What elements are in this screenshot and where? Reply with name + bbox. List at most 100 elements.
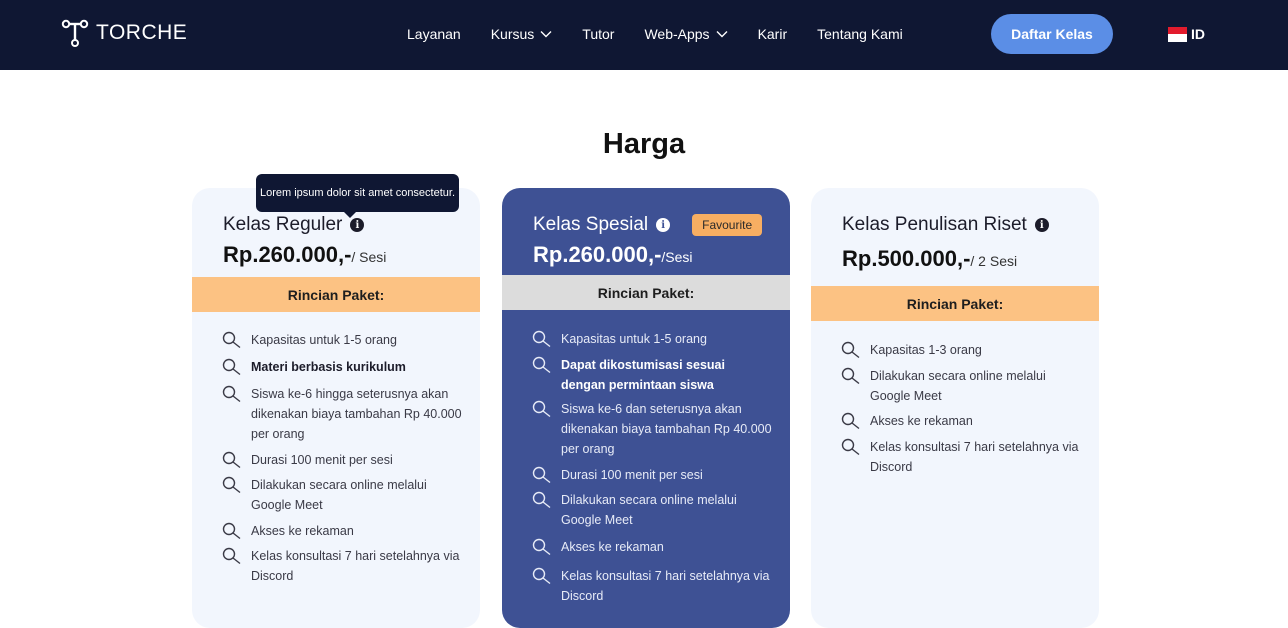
search-icon (222, 358, 241, 376)
info-tooltip: Lorem ipsum dolor sit amet consectetur. (256, 174, 459, 218)
search-icon (222, 451, 241, 469)
feature-text: Kelas konsultasi 7 hari setelahnya via D… (870, 440, 1079, 474)
feature-text: Dilakukan secara online melalui Google M… (251, 478, 427, 512)
feature-text: Dapat dikostumisasi sesuai dengan permin… (561, 358, 725, 392)
favourite-badge: Favourite (692, 214, 763, 236)
feature-text: Kapasitas untuk 1-5 orang (251, 333, 397, 347)
nav-label: Tentang Kami (817, 26, 903, 42)
list-item: Kapasitas untuk 1-5 orang (222, 330, 462, 350)
feature-text: Kapasitas 1-3 orang (870, 343, 982, 357)
nav-label: Web-Apps (644, 26, 710, 42)
card-price: Rp.260.000,-/Sesi (533, 242, 693, 268)
feature-text: Kapasitas untuk 1-5 orang (561, 332, 707, 346)
daftar-kelas-button[interactable]: Daftar Kelas (991, 14, 1113, 54)
nav-item-karir[interactable]: Karir (758, 26, 788, 42)
chevron-down-icon (716, 31, 728, 38)
feature-text: Akses ke rekaman (251, 524, 354, 538)
section-title: Harga (602, 128, 686, 160)
rincian-paket-header: Rincian Paket: (192, 277, 480, 312)
list-item: Materi berbasis kurikulum (222, 357, 462, 377)
search-icon (532, 538, 551, 556)
nav-label: Tutor (582, 26, 615, 42)
list-item: Akses ke rekaman (532, 537, 772, 557)
price-amount: Rp.260.000,- (223, 242, 352, 267)
feature-text: Akses ke rekaman (870, 414, 973, 428)
card-price: Rp.500.000,-/ 2 Sesi (842, 246, 1017, 272)
list-item: Dilakukan secara online melalui Google M… (222, 475, 462, 515)
feature-text: Siswa ke-6 dan seterusnya akan dikenakan… (561, 402, 772, 456)
list-item: Dilakukan secara online melalui Google M… (532, 490, 772, 530)
indonesia-flag-icon (1168, 26, 1187, 42)
list-item: Kelas konsultasi 7 hari setelahnya via D… (532, 566, 772, 606)
card-title-text: Kelas Spesial (533, 214, 649, 235)
search-icon (532, 567, 551, 585)
list-item: Kapasitas 1-3 orang (841, 340, 1081, 360)
search-icon (841, 367, 860, 385)
brand-name: TORCHE (96, 21, 188, 44)
price-amount: Rp.260.000,- (533, 242, 662, 267)
list-item: Akses ke rekaman (841, 411, 1081, 431)
list-item: Kelas konsultasi 7 hari setelahnya via D… (841, 437, 1081, 477)
list-item: Kelas konsultasi 7 hari setelahnya via D… (222, 546, 462, 586)
list-item: Durasi 100 menit per sesi (222, 450, 462, 470)
language-label: ID (1191, 26, 1205, 42)
rincian-paket-header: Rincian Paket: (502, 275, 790, 310)
price-period: / 2 Sesi (970, 253, 1018, 269)
feature-text: Dilakukan secara online melalui Google M… (561, 493, 737, 527)
nav-item-web-apps[interactable]: Web-Apps (644, 26, 728, 42)
list-item: Siswa ke-6 dan seterusnya akan dikenakan… (532, 399, 772, 459)
search-icon (841, 438, 860, 456)
search-icon (222, 522, 241, 540)
search-icon (532, 356, 551, 374)
navbar: TORCHE Layanan Kursus Tutor Web-Apps Kar… (0, 0, 1288, 70)
language-switcher[interactable]: ID (1168, 26, 1205, 42)
search-icon (222, 476, 241, 494)
nav-label: Layanan (407, 26, 461, 42)
info-icon[interactable]: i (350, 218, 365, 232)
search-icon (222, 385, 241, 403)
card-title-text: Kelas Reguler (223, 214, 343, 235)
info-icon[interactable]: i (1034, 218, 1049, 232)
brand-logo[interactable]: TORCHE (60, 18, 187, 48)
pricing-card-spesial: Kelas Spesial i Favourite Rp.260.000,-/S… (502, 188, 790, 628)
search-icon (532, 400, 551, 418)
list-item: Durasi 100 menit per sesi (532, 465, 772, 485)
card-title-text: Kelas Penulisan Riset (842, 214, 1027, 235)
feature-text: Siswa ke-6 hingga seterusnya akan dikena… (251, 387, 462, 441)
search-icon (841, 412, 860, 430)
feature-text: Kelas konsultasi 7 hari setelahnya via D… (561, 569, 770, 603)
nav-item-layanan[interactable]: Layanan (407, 26, 461, 42)
search-icon (532, 466, 551, 484)
nav-item-tutor[interactable]: Tutor (582, 26, 614, 42)
price-amount: Rp.500.000,- (842, 246, 971, 271)
pricing-card-penulisan-riset: Kelas Penulisan Riset i Rp.500.000,-/ 2 … (811, 188, 1099, 628)
search-icon (222, 331, 241, 349)
card-price: Rp.260.000,-/ Sesi (223, 242, 386, 268)
torche-logo-icon (61, 19, 89, 47)
list-item: Siswa ke-6 hingga seterusnya akan dikena… (222, 384, 462, 444)
feature-text: Materi berbasis kurikulum (251, 360, 406, 374)
price-period: /Sesi (661, 249, 693, 265)
search-icon (532, 330, 551, 348)
list-item: Dilakukan secara online melalui Google M… (841, 366, 1081, 406)
card-title: Kelas Penulisan Riset i (842, 214, 1049, 236)
nav-label: Kursus (490, 26, 535, 42)
search-icon (532, 491, 551, 509)
feature-text: Dilakukan secara online melalui Google M… (870, 369, 1046, 403)
list-item: Akses ke rekaman (222, 521, 462, 541)
info-icon[interactable]: i (656, 218, 671, 232)
list-item: Dapat dikostumisasi sesuai dengan permin… (532, 355, 772, 395)
pricing-card-reguler: Kelas Reguler i Rp.260.000,-/ Sesi Rinci… (192, 188, 480, 628)
chevron-down-icon (540, 31, 552, 38)
search-icon (222, 547, 241, 565)
feature-text: Akses ke rekaman (561, 540, 664, 554)
card-title: Kelas Spesial i Favourite (533, 214, 763, 236)
nav-label: Karir (757, 26, 788, 42)
search-icon (841, 341, 860, 359)
nav-item-tentang-kami[interactable]: Tentang Kami (817, 26, 903, 42)
feature-text: Durasi 100 menit per sesi (251, 453, 393, 467)
rincian-paket-header: Rincian Paket: (811, 286, 1099, 321)
feature-text: Kelas konsultasi 7 hari setelahnya via D… (251, 549, 460, 583)
feature-text: Durasi 100 menit per sesi (561, 468, 703, 482)
nav-item-kursus[interactable]: Kursus (491, 26, 553, 42)
